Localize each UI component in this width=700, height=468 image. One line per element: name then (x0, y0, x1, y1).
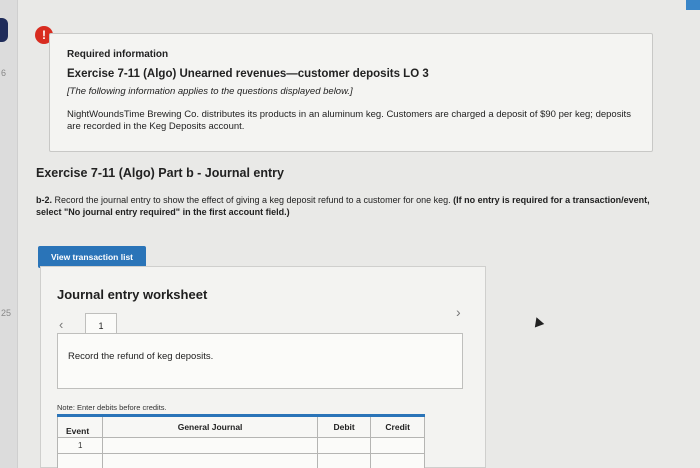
debits-credits-note: Note: Enter debits before credits. (57, 403, 167, 412)
column-header-general-journal: General Journal (102, 414, 318, 438)
column-header-debit: Debit (316, 414, 372, 438)
account-cell[interactable] (102, 453, 318, 468)
required-information-label: Required information (67, 49, 169, 60)
instruction-text: b-2. Record the journal entry to show th… (36, 194, 664, 218)
part-title: Exercise 7-11 (Algo) Part b - Journal en… (36, 166, 284, 180)
credit-cell[interactable] (370, 453, 425, 468)
sidebar-question-number[interactable]: 25 (1, 308, 11, 318)
general-journal-table: Event General Journal Debit Credit 1 (56, 414, 425, 468)
table-row (56, 453, 425, 468)
event-cell: 1 (56, 437, 104, 454)
record-instruction-box: Record the refund of keg deposits. (57, 333, 463, 389)
sidebar-marker (0, 18, 8, 42)
chevron-left-icon[interactable]: ‹ (59, 317, 63, 332)
corner-tab[interactable] (686, 0, 700, 10)
credit-cell[interactable] (370, 437, 425, 454)
debit-cell[interactable] (316, 437, 372, 454)
record-instruction-text: Record the refund of keg deposits. (68, 351, 214, 362)
instruction-body: Record the journal entry to show the eff… (54, 195, 451, 205)
column-header-event: Event (56, 414, 104, 438)
info-description: NightWoundsTime Brewing Co. distributes … (67, 109, 631, 132)
view-transaction-list-button[interactable]: View transaction list (38, 246, 146, 268)
table-row: 1 (56, 437, 425, 454)
column-header-credit: Credit (370, 414, 425, 438)
left-sidebar-strip: 6 25 (0, 0, 18, 468)
instruction-prefix: b-2. (36, 195, 53, 205)
event-cell (56, 453, 104, 468)
required-information-box: Required information Exercise 7-11 (Algo… (49, 33, 653, 152)
chevron-right-icon[interactable]: › (456, 304, 461, 320)
journal-entry-worksheet: Journal entry worksheet ‹ 1 Record the r… (40, 266, 486, 468)
exercise-title: Exercise 7-11 (Algo) Unearned revenues—c… (67, 68, 429, 80)
sidebar-question-number[interactable]: 6 (1, 68, 6, 78)
debit-cell[interactable] (316, 453, 372, 468)
worksheet-title: Journal entry worksheet (57, 287, 208, 302)
mouse-cursor-icon (531, 315, 545, 328)
account-cell[interactable] (102, 437, 318, 454)
info-note: [The following information applies to th… (67, 86, 353, 97)
